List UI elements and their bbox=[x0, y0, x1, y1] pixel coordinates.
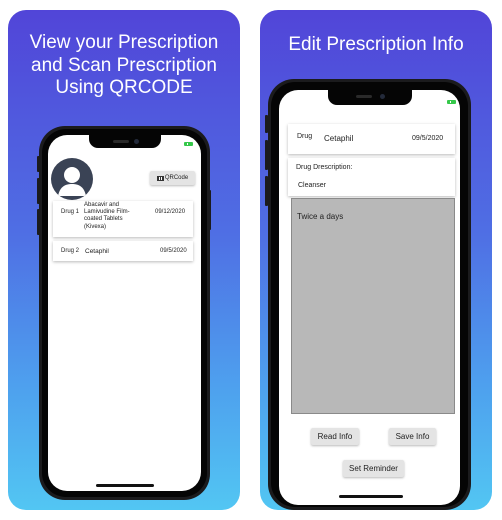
headline-line-2: and Scan Prescription bbox=[31, 54, 217, 76]
right-promo-panel: Edit Prescription Info Drug Cetaphil 09/… bbox=[260, 10, 492, 510]
battery-icon bbox=[447, 100, 456, 104]
description-card[interactable]: Drug Drescription: Cleanser bbox=[288, 158, 455, 196]
phone-notch bbox=[88, 135, 161, 148]
home-indicator bbox=[96, 484, 154, 487]
headline-line-1: View your Prescription bbox=[29, 32, 219, 53]
qrcode-button[interactable]: QRCode bbox=[150, 171, 195, 185]
right-phone-screen: Drug Cetaphil 09/5/2020 Drug Drescriptio… bbox=[279, 90, 460, 505]
drug-name: Abacavir and Lamivudine Film- coated Tab… bbox=[84, 202, 130, 230]
drug-label: Drug 1 bbox=[61, 209, 80, 215]
right-headline: Edit Prescription Info bbox=[288, 34, 464, 55]
save-info-button[interactable]: Save Info bbox=[389, 428, 436, 445]
notes-textarea[interactable]: Twice a days bbox=[291, 198, 455, 414]
drug-name: Cetaphil bbox=[85, 248, 109, 255]
home-indicator bbox=[339, 495, 403, 498]
avatar-icon[interactable] bbox=[51, 158, 93, 200]
drug-date: 09/12/2020 bbox=[155, 209, 186, 215]
drug-name: Cetaphil bbox=[324, 134, 354, 143]
headline-line-3: Using QRCODE bbox=[55, 77, 193, 98]
battery-icon bbox=[184, 142, 193, 146]
drug-date: 09/5/2020 bbox=[160, 248, 187, 254]
drug-label: Drug bbox=[297, 133, 313, 140]
drug-label: Drug 2 bbox=[61, 248, 80, 254]
description-field[interactable]: Cleanser bbox=[298, 182, 326, 189]
drug-list-item[interactable]: Drug 1 Abacavir and Lamivudine Film- coa… bbox=[53, 201, 193, 237]
left-phone-screen: QRCode Drug 1 Abacavir and Lamivudine Fi… bbox=[48, 135, 201, 491]
description-label: Drug Drescription: bbox=[296, 164, 353, 171]
read-info-button[interactable]: Read Info bbox=[311, 428, 359, 445]
set-reminder-button[interactable]: Set Reminder bbox=[343, 460, 404, 477]
left-headline: View your Prescription and Scan Prescrip… bbox=[8, 32, 240, 100]
notes-text: Twice a days bbox=[297, 212, 344, 221]
right-phone-frame: Drug Cetaphil 09/5/2020 Drug Drescriptio… bbox=[268, 79, 471, 510]
left-promo-panel: View your Prescription and Scan Prescrip… bbox=[8, 10, 240, 510]
qrcode-icon bbox=[156, 175, 164, 181]
left-phone-frame: QRCode Drug 1 Abacavir and Lamivudine Fi… bbox=[39, 126, 210, 500]
drug-list-item[interactable]: Drug 2 Cetaphil 09/5/2020 bbox=[53, 241, 193, 261]
drug-date: 09/5/2020 bbox=[412, 135, 444, 142]
phone-notch bbox=[327, 90, 412, 105]
qrcode-button-label: QRCode bbox=[164, 175, 189, 181]
drug-header-card: Drug Cetaphil 09/5/2020 bbox=[288, 124, 455, 154]
